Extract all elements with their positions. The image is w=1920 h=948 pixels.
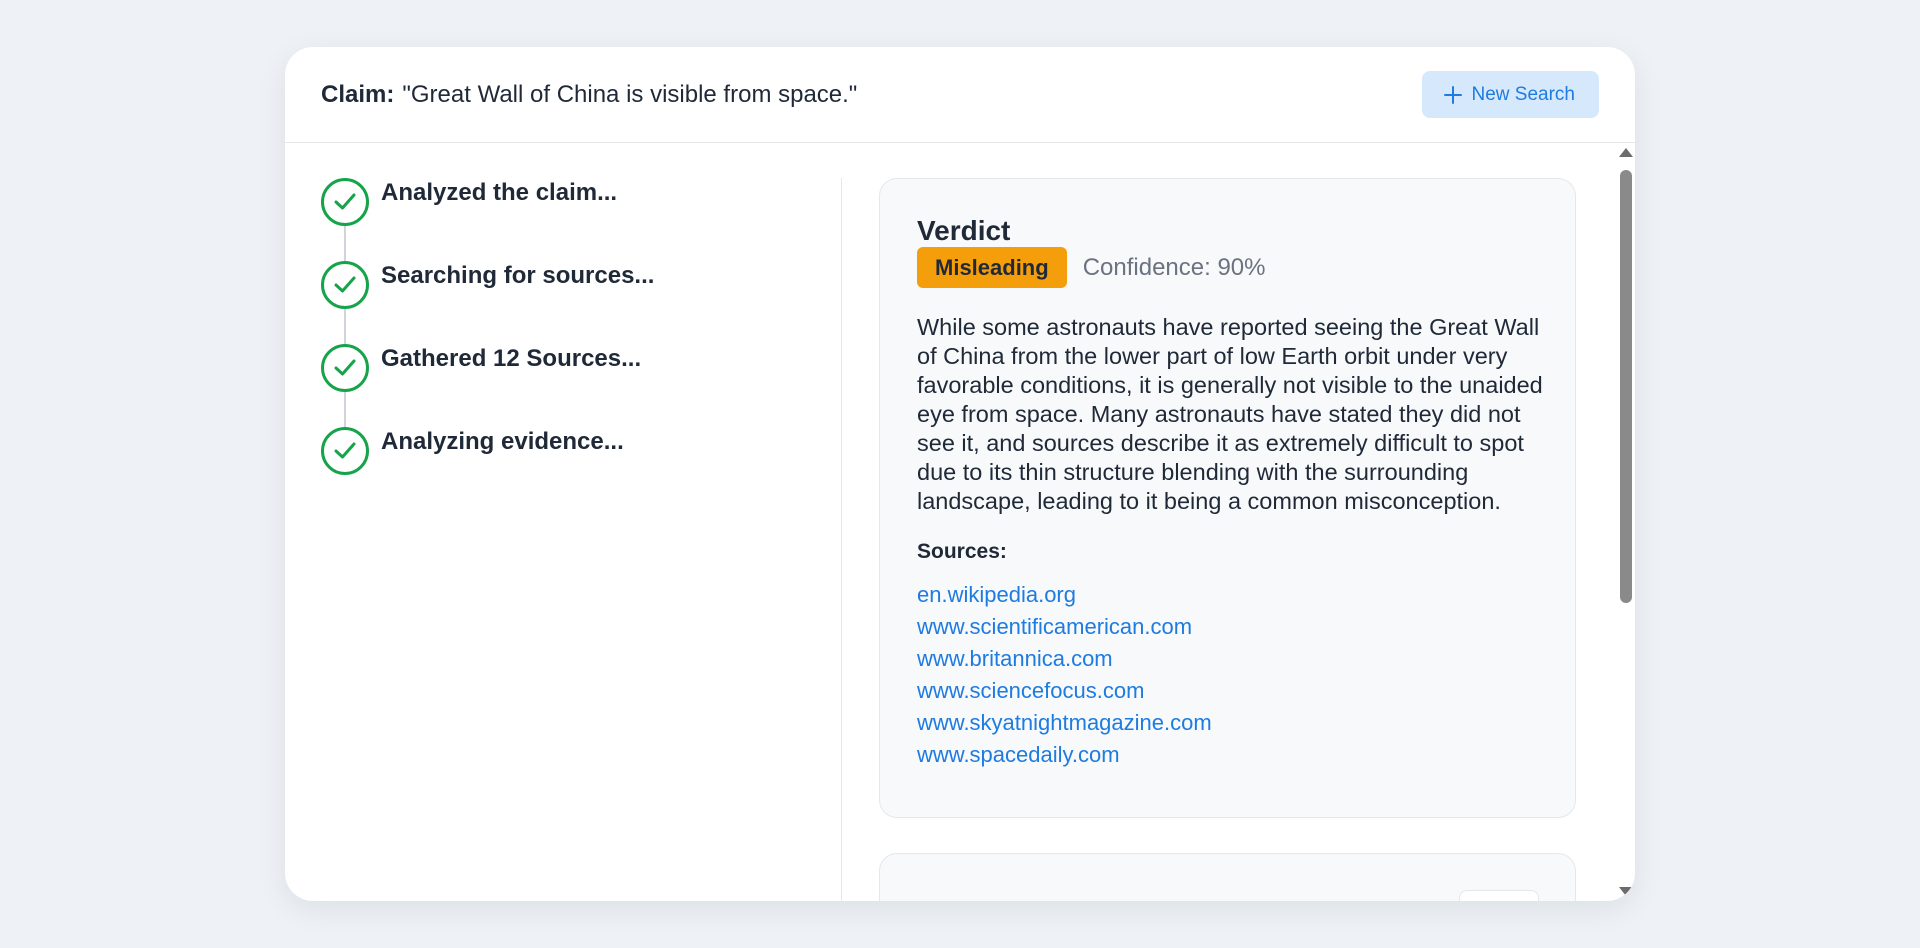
source-link[interactable]: www.skyatnightmagazine.com xyxy=(917,710,1212,735)
source-link[interactable]: www.scientificamerican.com xyxy=(917,614,1192,639)
source-item: www.britannica.com xyxy=(917,644,1539,676)
claim-label: Claim: xyxy=(321,80,395,108)
source-item: en.wikipedia.org xyxy=(917,580,1539,612)
verdict-explanation: While some astronauts have reported seei… xyxy=(917,314,1543,514)
source-link[interactable]: en.wikipedia.org xyxy=(917,582,1076,607)
verdict-card: Verdict Misleading Confidence: 90% While… xyxy=(879,178,1576,818)
scroll-thumb[interactable] xyxy=(1620,170,1632,603)
new-search-label: New Search xyxy=(1471,83,1576,105)
source-link[interactable]: www.britannica.com xyxy=(917,646,1113,671)
source-item: www.sciencefocus.com xyxy=(917,676,1539,708)
claim-text: "Great Wall of China is visible from spa… xyxy=(402,80,858,108)
source-item: www.spacedaily.com xyxy=(917,740,1539,772)
sources-heading: Sources: xyxy=(917,540,1007,563)
claim-header: Claim: "Great Wall of China is visible fr… xyxy=(285,47,1635,143)
secondary-card-button[interactable] xyxy=(1459,890,1539,901)
source-item: www.skyatnightmagazine.com xyxy=(917,708,1539,740)
scroll-up-arrow-icon[interactable] xyxy=(1619,148,1633,157)
new-search-button[interactable]: New Search xyxy=(1421,71,1599,118)
source-item: www.scientificamerican.com xyxy=(917,612,1539,644)
check-circle-icon xyxy=(321,178,369,226)
step-label: Gathered 12 Sources... xyxy=(381,345,642,372)
step-item: Analyzed the claim... xyxy=(321,178,821,261)
step-label: Searching for sources... xyxy=(381,262,655,289)
check-circle-icon xyxy=(321,261,369,309)
verdict-summary: Misleading Confidence: 90% xyxy=(917,247,1539,288)
verdict-title: Verdict xyxy=(917,215,1011,246)
claim: Claim: "Great Wall of China is visible fr… xyxy=(321,81,857,109)
source-link[interactable]: www.sciencefocus.com xyxy=(917,678,1144,703)
step-label: Analyzed the claim... xyxy=(381,179,618,206)
step-item: Analyzing evidence... xyxy=(321,427,821,510)
plus-icon xyxy=(1443,85,1462,104)
step-item: Gathered 12 Sources... xyxy=(321,344,821,427)
verdict-badge: Misleading xyxy=(917,247,1067,288)
step-connector xyxy=(344,226,346,261)
fact-check-panel: Claim: "Great Wall of China is visible fr… xyxy=(285,47,1635,901)
source-link[interactable]: www.spacedaily.com xyxy=(917,742,1120,767)
check-circle-icon xyxy=(321,427,369,475)
secondary-card xyxy=(879,853,1576,901)
column-divider xyxy=(841,178,842,901)
vertical-scrollbar[interactable] xyxy=(1615,143,1635,901)
step-connector xyxy=(344,309,346,344)
results-body: Analyzed the claim... Searching for sour… xyxy=(285,143,1635,901)
scroll-down-arrow-icon[interactable] xyxy=(1619,887,1633,896)
step-label: Analyzing evidence... xyxy=(381,428,624,455)
confidence-score: Confidence: 90% xyxy=(1082,253,1266,281)
check-circle-icon xyxy=(321,344,369,392)
sources-list: en.wikipedia.org www.scientificamerican.… xyxy=(917,580,1539,772)
step-connector xyxy=(344,392,346,427)
step-item: Searching for sources... xyxy=(321,261,821,344)
progress-steps: Analyzed the claim... Searching for sour… xyxy=(321,178,821,510)
